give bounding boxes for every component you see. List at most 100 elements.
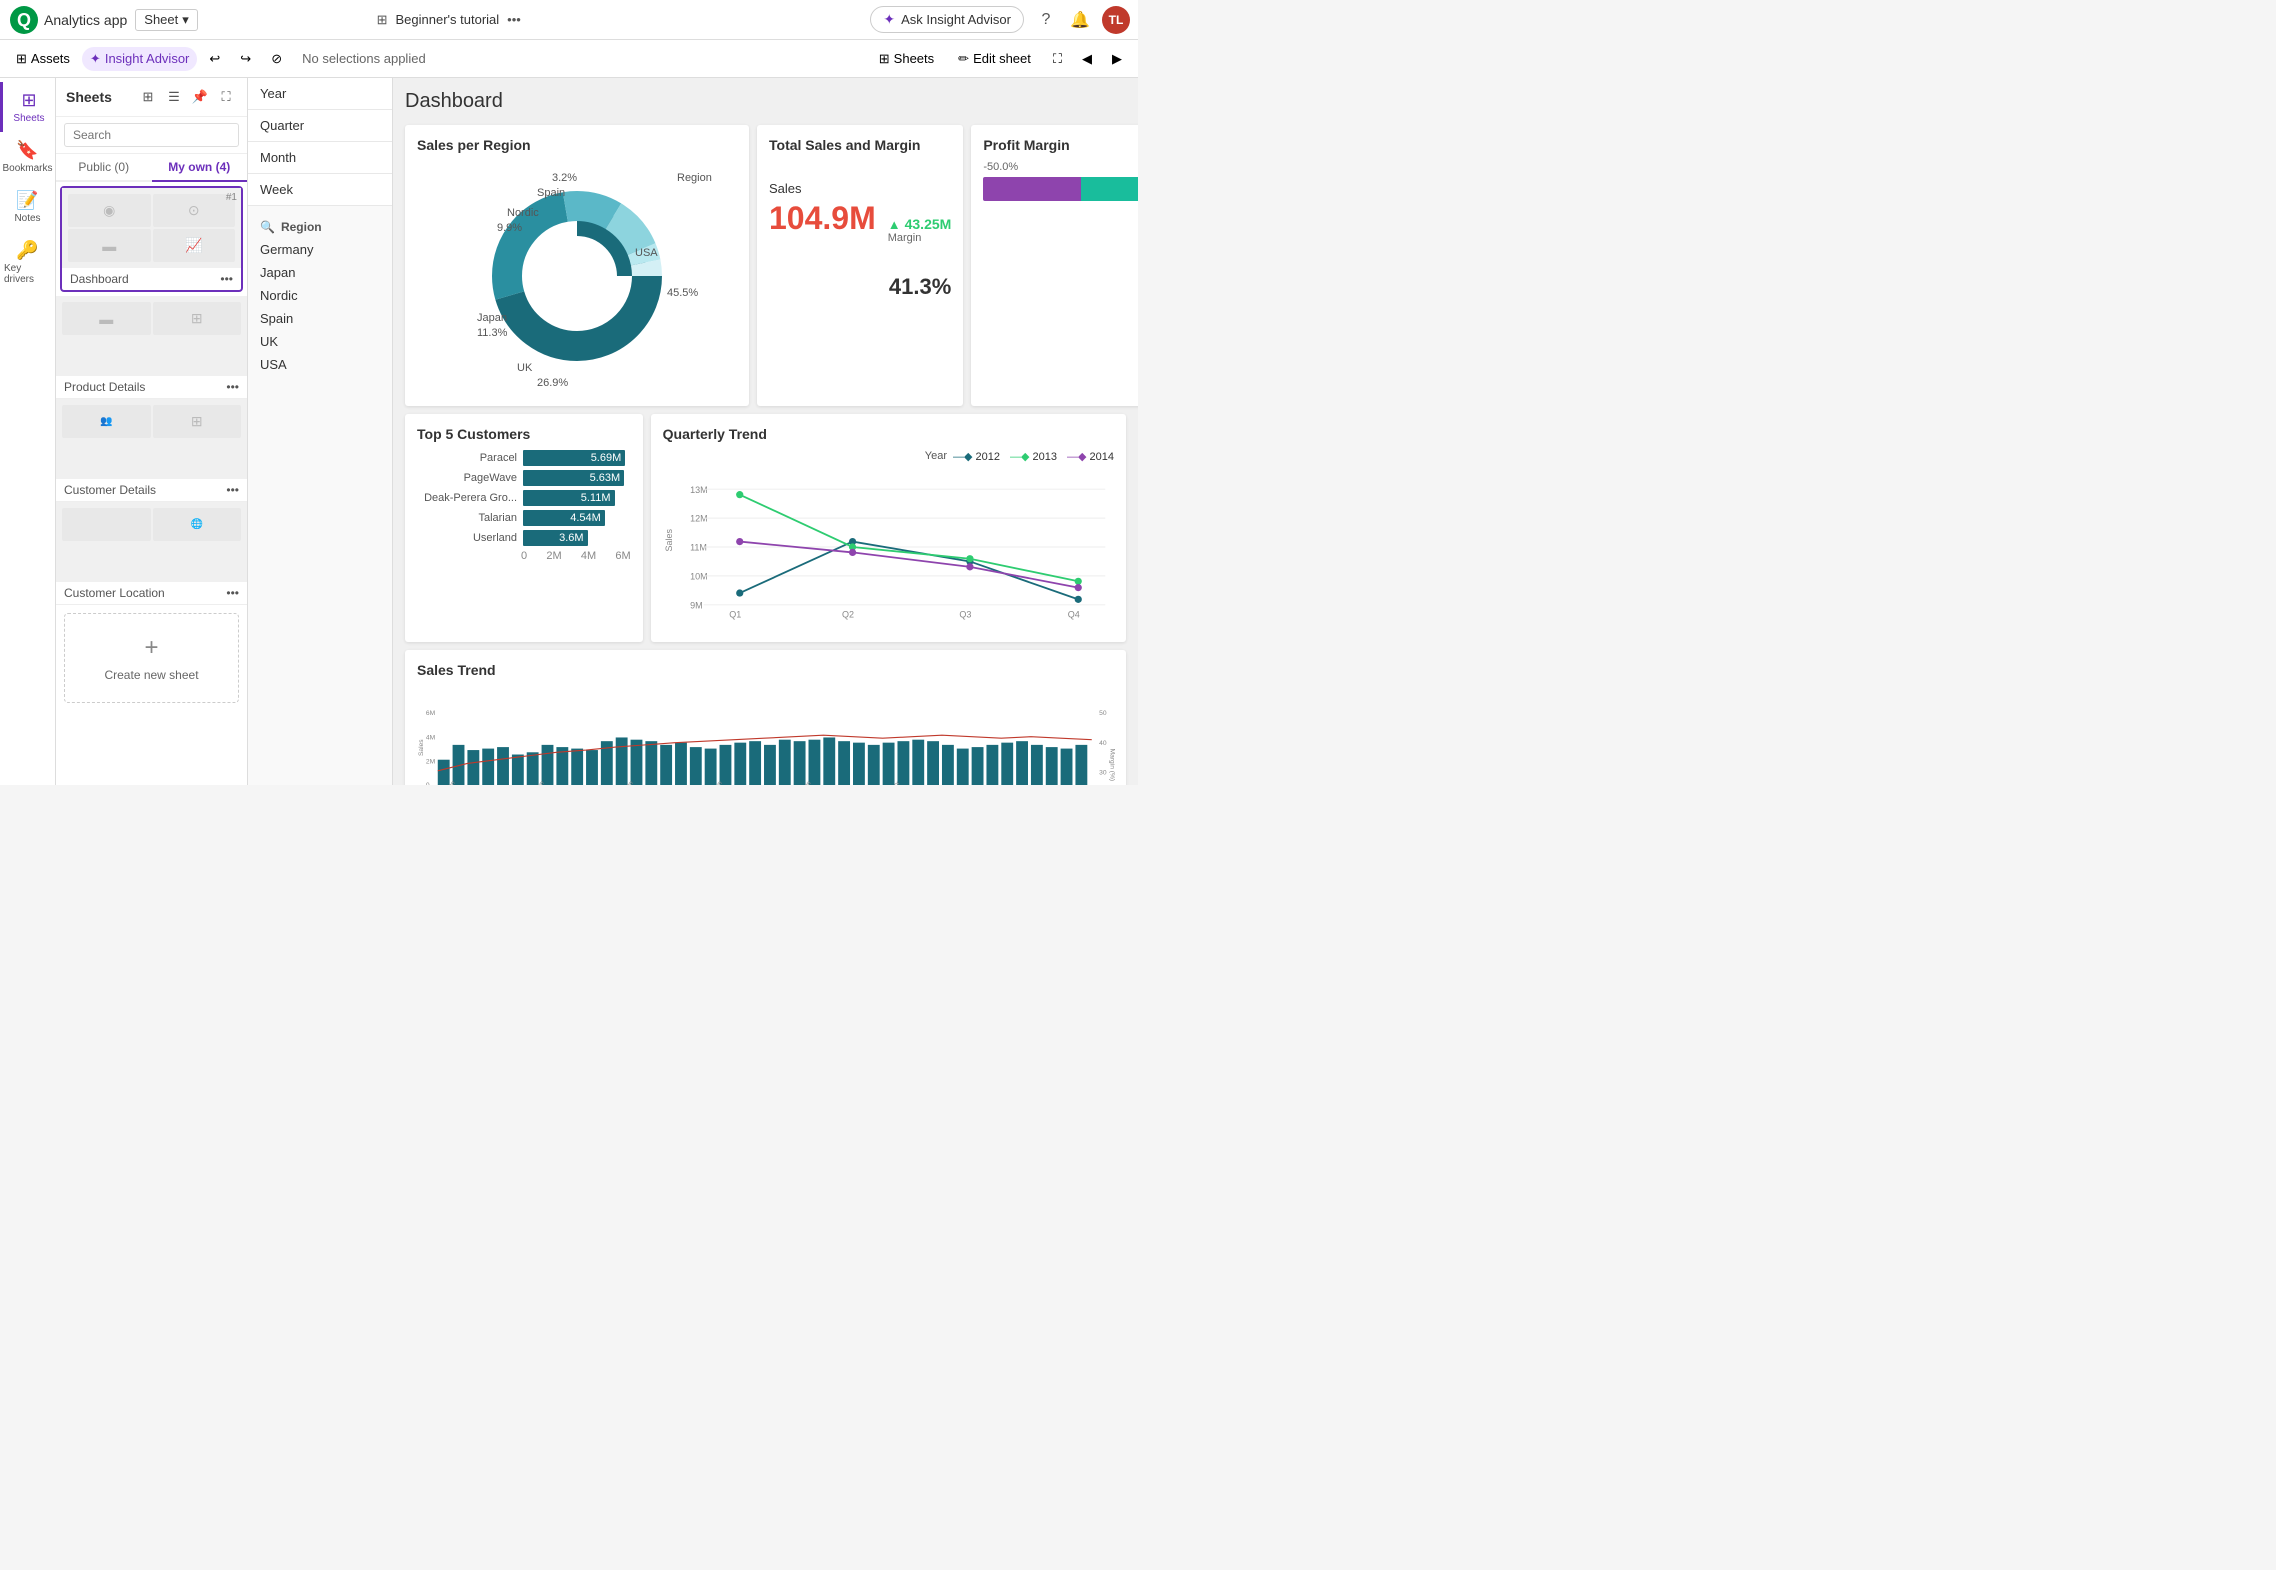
sheet-name: Customer Location: [64, 586, 165, 600]
thumb-cell: 📈: [153, 229, 236, 262]
sheets-grid-icon: ⊞: [879, 51, 890, 67]
thumb-cell: 👥: [62, 405, 151, 438]
filter-month[interactable]: Month: [248, 142, 392, 174]
main-content: Dashboard Sales per Region Region: [393, 78, 1138, 785]
notifications-icon[interactable]: 🔔: [1068, 8, 1092, 32]
sheet-item-customer-location[interactable]: 🌐 Customer Location •••: [56, 502, 247, 605]
list-view-icon[interactable]: ☰: [163, 86, 185, 108]
expand-icon[interactable]: ⛶: [1045, 47, 1070, 71]
icon-strip: ⊞ Sheets 🔖 Bookmarks 📝 Notes 🔑 Key drive…: [0, 78, 56, 785]
bar-row-paracel: Paracel 5.69M: [417, 450, 631, 466]
bookmark-icon: 🔖: [16, 140, 38, 161]
svg-text:Q3: Q3: [959, 609, 971, 619]
year-label: Year: [925, 450, 947, 463]
sidebar-item-notes[interactable]: 📝 Notes: [0, 182, 55, 232]
sheet-more-icon[interactable]: •••: [226, 483, 239, 497]
bar-fill: 5.63M: [523, 470, 624, 486]
svg-text:Sales: Sales: [664, 528, 674, 551]
sidebar-search: [56, 117, 247, 154]
legend-2014: —◆ 2014: [1067, 450, 1114, 463]
sheet-thumbnail-customer: 👥 ⊞: [56, 399, 247, 479]
user-avatar[interactable]: TL: [1102, 6, 1130, 34]
filter-region-japan[interactable]: Japan: [248, 261, 392, 284]
sheet-more-icon[interactable]: •••: [220, 272, 233, 286]
filter-region-uk[interactable]: UK: [248, 330, 392, 353]
svg-text:Nordic: Nordic: [507, 207, 539, 219]
collapse-left-icon[interactable]: ◀: [1074, 47, 1100, 71]
svg-text:13M: 13M: [690, 485, 708, 495]
sheet-item-product-details[interactable]: ▬ ⊞ Product Details •••: [56, 296, 247, 399]
spark-icon: ✦: [883, 11, 895, 28]
back-button[interactable]: ↩: [201, 47, 228, 71]
bar-label: PageWave: [417, 472, 517, 484]
clear-button[interactable]: ⊘: [263, 47, 290, 71]
quarterly-trend-title: Quarterly Trend: [663, 426, 1114, 442]
total-sales-margin-card: Total Sales and Margin Sales 104.9M ▲ 43…: [757, 125, 963, 406]
bar-label: Paracel: [417, 452, 517, 464]
forward-button[interactable]: ↪: [232, 47, 259, 71]
filter-region-usa[interactable]: USA: [248, 353, 392, 376]
selections-info: No selections applied: [302, 51, 426, 66]
tab-my-own[interactable]: My own (4): [152, 154, 248, 182]
bar-fill: 5.11M: [523, 490, 615, 506]
filter-year[interactable]: Year: [248, 78, 392, 110]
filter-panel: Year Quarter Month Week 🔍 Region Germany…: [248, 78, 393, 785]
filter-region-nordic[interactable]: Nordic: [248, 284, 392, 307]
profit-percent-value: 41.3%: [983, 205, 1138, 220]
quarterly-trend-card: Quarterly Trend Year —◆ 2012 —◆ 2013 —◆ …: [651, 414, 1126, 642]
sheet-dropdown[interactable]: Sheet ▾: [135, 9, 198, 31]
sales-bars: [438, 737, 1088, 785]
sidebar-item-sheets[interactable]: ⊞ Sheets: [0, 82, 55, 132]
filter-quarter[interactable]: Quarter: [248, 110, 392, 142]
sheet-more-icon[interactable]: •••: [226, 380, 239, 394]
help-icon[interactable]: ?: [1034, 8, 1058, 32]
svg-text:Q4: Q4: [1067, 609, 1079, 619]
svg-text:Margin (%): Margin (%): [1108, 749, 1115, 782]
bar-fill: 4.54M: [523, 510, 605, 526]
sidebar-item-key-drivers[interactable]: 🔑 Key drivers: [0, 232, 55, 293]
sheets-button[interactable]: ⊞ Sheets: [869, 47, 944, 71]
sheet-item-footer: Product Details •••: [56, 376, 247, 398]
sheet-item-customer-details[interactable]: 👥 ⊞ Customer Details •••: [56, 399, 247, 502]
tutorial-info: ⊞ Beginner's tutorial •••: [377, 12, 521, 28]
sheet-name: Product Details: [64, 380, 145, 394]
svg-text:9.9%: 9.9%: [497, 222, 522, 234]
insight-advisor-button[interactable]: ✦ Insight Advisor: [82, 47, 197, 71]
thumb-cell: [62, 508, 151, 541]
sheet-more-icon[interactable]: •••: [226, 586, 239, 600]
thumb-cell: ◉: [68, 194, 151, 227]
bar-row-userland: Userland 3.6M: [417, 530, 631, 546]
tab-public[interactable]: Public (0): [56, 154, 152, 182]
sheet-item-dashboard[interactable]: #1 ◉ ⊙ ▬ 📈 Dashboard •••: [60, 186, 243, 292]
profit-margin-title: Profit Margin: [983, 137, 1138, 153]
expand-right-icon[interactable]: ▶: [1104, 47, 1130, 71]
bar-label: Userland: [417, 532, 517, 544]
assets-button[interactable]: ⊞ Assets: [8, 47, 78, 71]
search-input[interactable]: [64, 123, 239, 147]
margin-label: Margin: [888, 232, 952, 244]
sales-label: Sales: [769, 181, 951, 196]
filter-week[interactable]: Week: [248, 174, 392, 206]
ask-insight-advisor-button[interactable]: ✦ Ask Insight Advisor: [870, 6, 1024, 33]
svg-text:9M: 9M: [690, 600, 703, 610]
bar-row-talarian: Talarian 4.54M: [417, 510, 631, 526]
grid-view-icon[interactable]: ⊞: [137, 86, 159, 108]
expand-sidebar-icon[interactable]: ⛶: [215, 86, 237, 108]
pin-icon[interactable]: 📌: [189, 86, 211, 108]
filter-region-germany[interactable]: Germany: [248, 238, 392, 261]
create-new-sheet-button[interactable]: + Create new sheet: [64, 613, 239, 703]
filter-region-spain[interactable]: Spain: [248, 307, 392, 330]
more-options-icon[interactable]: •••: [507, 12, 521, 27]
notes-icon: 📝: [16, 190, 38, 211]
edit-sheet-button[interactable]: ✏ Edit sheet: [948, 47, 1041, 71]
svg-text:Japan: Japan: [477, 312, 507, 324]
tutorial-icon: ⊞: [377, 12, 388, 28]
sheet-name: Dashboard: [70, 272, 129, 286]
svg-text:USA: USA: [635, 247, 658, 259]
legend-items: —◆ 2012 —◆ 2013 —◆ 2014: [953, 450, 1114, 463]
thumb-cell: ⊞: [153, 302, 242, 335]
secondary-toolbar: ⊞ Assets ✦ Insight Advisor ↩ ↪ ⊘ No sele…: [0, 40, 1138, 78]
top-right-actions: ✦ Ask Insight Advisor ? 🔔 TL: [870, 6, 1130, 34]
sidebar-item-bookmarks[interactable]: 🔖 Bookmarks: [0, 132, 55, 182]
sheets-icon: ⊞: [21, 90, 36, 111]
